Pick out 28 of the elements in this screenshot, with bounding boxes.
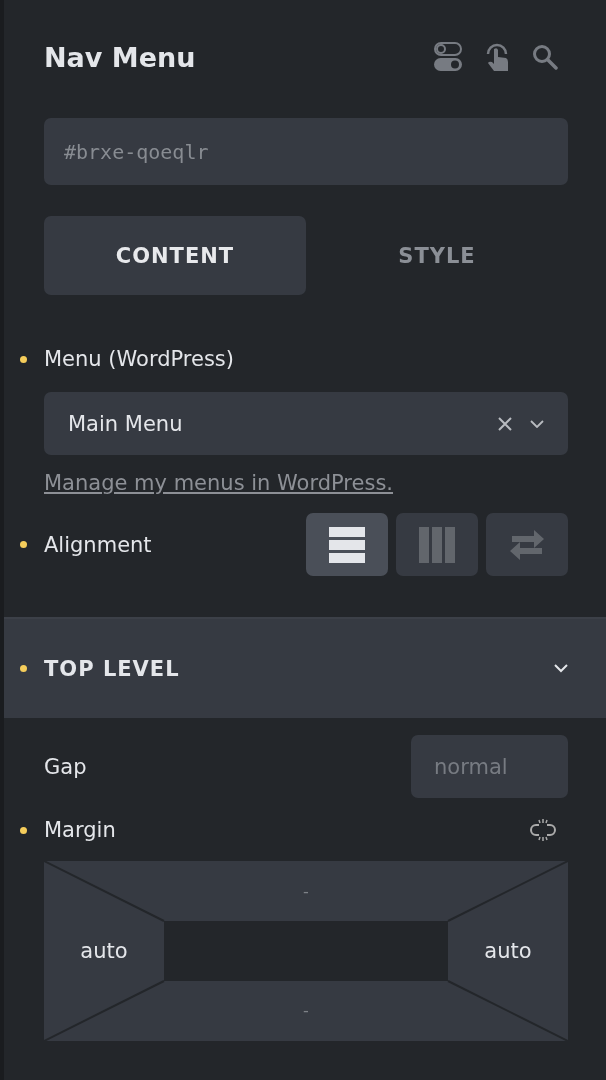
margin-right-value: auto [484, 939, 532, 963]
pointer-hand-icon[interactable] [484, 41, 510, 73]
tab[interactable]: CONTENT [44, 216, 306, 295]
tab[interactable]: STYLE [306, 216, 568, 295]
toggle-icon[interactable] [434, 42, 462, 72]
panel-title: Nav Menu [44, 41, 197, 73]
swap-arrows-icon [508, 527, 546, 562]
field-label: Menu (WordPress) [44, 347, 234, 371]
chevron-icon[interactable] [554, 664, 568, 673]
field-label: Margin [44, 818, 116, 842]
menu-select[interactable]: Main Menu [44, 392, 568, 455]
margin-left-value: auto [80, 939, 128, 963]
section-title: TOP LEVEL [44, 656, 180, 681]
rows-icon [329, 526, 365, 563]
search-icon[interactable] [532, 44, 558, 70]
chevron-down-icon[interactable] [530, 419, 544, 428]
section-header[interactable]: TOP LEVEL [4, 617, 606, 718]
margin-bottom-value: - [303, 1001, 309, 1020]
field-label: Gap [44, 754, 87, 779]
alignment-option[interactable] [306, 513, 388, 576]
field-label: Alignment [44, 532, 152, 557]
gap-field[interactable]: normal [411, 735, 568, 798]
css-id-field[interactable]: #brxe-qoeqlr [44, 118, 568, 185]
columns-icon [419, 526, 455, 563]
clear-icon[interactable] [498, 416, 512, 431]
manage-menus-link[interactable]: Manage my menus in WordPress. [44, 471, 393, 495]
unlink-icon[interactable] [530, 818, 556, 842]
margin-top-value: - [303, 882, 309, 901]
